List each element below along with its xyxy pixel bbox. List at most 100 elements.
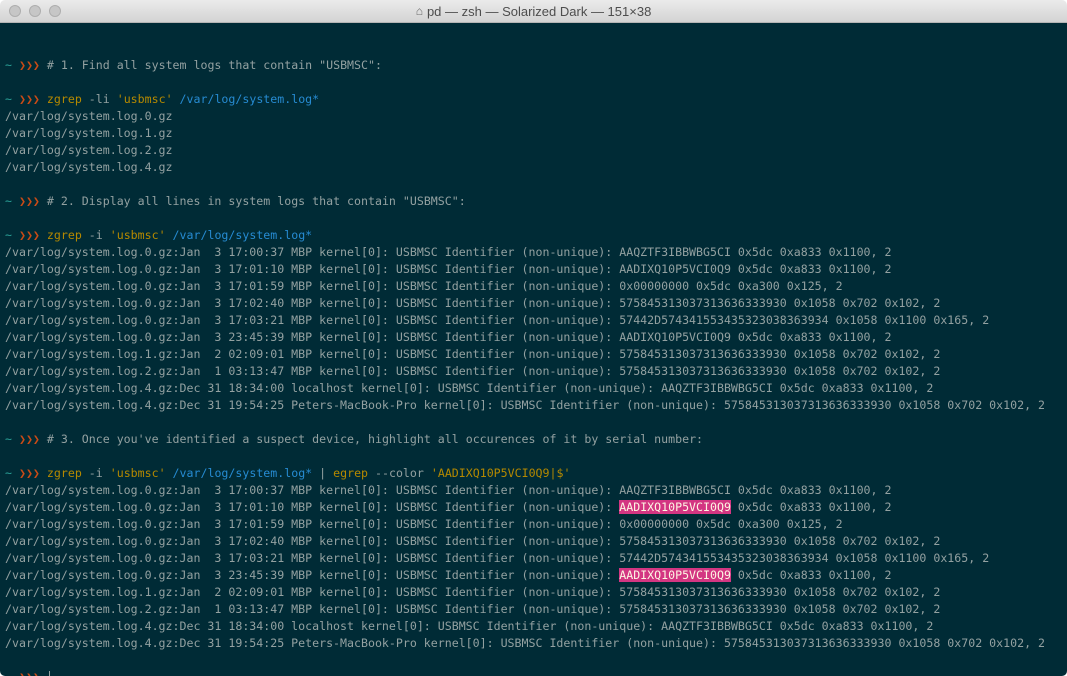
prompt-arrows: ❯❯❯: [18, 58, 40, 72]
output-text: /var/log/system.log.0.gz:Jan 3 17:01:59 …: [5, 517, 843, 531]
home-icon: ⌂: [415, 4, 423, 18]
output-line: /var/log/system.log.0.gz:Jan 3 17:01:59 …: [5, 278, 1067, 295]
output-line: /var/log/system.log.4.gz:Dec 31 18:34:00…: [5, 618, 1067, 635]
match-highlight: AADIXQ10P5VCI0Q9: [619, 568, 731, 582]
prompt-tilde: ~: [5, 92, 12, 106]
command-path: /var/log/system.log*: [165, 466, 313, 480]
output-text: /var/log/system.log.0.gz:Jan 3 17:00:37 …: [5, 245, 892, 259]
match-highlight: AADIXQ10P5VCI0Q9: [619, 500, 731, 514]
output-text: /var/log/system.log.4.gz:Dec 31 18:34:00…: [5, 619, 934, 633]
output-text: /var/log/system.log.0.gz:Jan 3 17:03:21 …: [5, 551, 990, 565]
text-cursor[interactable]: [48, 670, 50, 676]
window-controls: [9, 5, 61, 17]
output-text: /var/log/system.log.2.gz:Jan 1 03:13:47 …: [5, 602, 941, 616]
output-text: 0x5dc 0xa833 0x1100, 2: [730, 568, 892, 582]
output-text: /var/log/system.log.1.gz: [5, 126, 173, 140]
command-line: ~ ❯❯❯ zgrep -i 'usbmsc' /var/log/system.…: [5, 227, 1067, 244]
pipe-symbol: |: [312, 466, 334, 480]
output-line: /var/log/system.log.4.gz:Dec 31 19:54:25…: [5, 397, 1067, 414]
output-text: /var/log/system.log.0.gz:Jan 3 23:45:39 …: [5, 568, 620, 582]
output-text: /var/log/system.log.0.gz: [5, 109, 173, 123]
output-line: /var/log/system.log.1.gz:Jan 2 02:09:01 …: [5, 584, 1067, 601]
output-text: /var/log/system.log.4.gz:Dec 31 19:54:25…: [5, 636, 1046, 650]
output-text: /var/log/system.log.1.gz:Jan 2 02:09:01 …: [5, 347, 941, 361]
output-line: /var/log/system.log.4.gz: [5, 159, 1067, 176]
output-line: /var/log/system.log.4.gz:Dec 31 18:34:00…: [5, 380, 1067, 397]
prompt-comment-line: ~ ❯❯❯ # 3. Once you've identified a susp…: [5, 431, 1067, 448]
terminal-window: ⌂ pd — zsh — Solarized Dark — 151×38 ~ ❯…: [0, 0, 1067, 676]
prompt-comment-line: ~ ❯❯❯ # 2. Display all lines in system l…: [5, 193, 1067, 210]
output-line: /var/log/system.log.0.gz:Jan 3 17:01:59 …: [5, 516, 1067, 533]
output-line: /var/log/system.log.2.gz: [5, 142, 1067, 159]
prompt-tilde: ~: [5, 194, 12, 208]
output-line: /var/log/system.log.0.gz:Jan 3 17:03:21 …: [5, 312, 1067, 329]
command-name: zgrep: [46, 92, 82, 106]
command-path: /var/log/system.log*: [165, 228, 313, 242]
comment-text: # 2. Display all lines in system logs th…: [46, 194, 466, 208]
output-text: /var/log/system.log.1.gz:Jan 2 02:09:01 …: [5, 585, 941, 599]
prompt-tilde: ~: [5, 670, 12, 676]
output-text: /var/log/system.log.4.gz:Dec 31 19:54:25…: [5, 398, 1046, 412]
command-line: ~ ❯❯❯ zgrep -i 'usbmsc' /var/log/system.…: [5, 465, 1067, 482]
comment-text: # 3. Once you've identified a suspect de…: [46, 432, 704, 446]
output-line: /var/log/system.log.1.gz: [5, 125, 1067, 142]
prompt-arrows: ❯❯❯: [18, 194, 40, 208]
command-options: -li: [81, 92, 117, 106]
command-name: zgrep: [46, 228, 82, 242]
output-text: /var/log/system.log.0.gz:Jan 3 17:02:40 …: [5, 534, 941, 548]
output-line: /var/log/system.log.2.gz:Jan 1 03:13:47 …: [5, 363, 1067, 380]
minimize-window-button[interactable]: [29, 5, 41, 17]
terminal-output[interactable]: ~ ❯❯❯ # 1. Find all system logs that con…: [0, 23, 1067, 676]
prompt-arrows: ❯❯❯: [18, 432, 40, 446]
command-pattern: 'AADIXQ10P5VCI0Q9|$': [430, 466, 571, 480]
zoom-window-button[interactable]: [49, 5, 61, 17]
title-bar[interactable]: ⌂ pd — zsh — Solarized Dark — 151×38: [0, 0, 1067, 23]
output-text: /var/log/system.log.2.gz:Jan 1 03:13:47 …: [5, 364, 941, 378]
output-text: /var/log/system.log.0.gz:Jan 3 17:01:59 …: [5, 279, 843, 293]
output-text: /var/log/system.log.4.gz:Dec 31 18:34:00…: [5, 381, 934, 395]
window-title-group: ⌂ pd — zsh — Solarized Dark — 151×38: [416, 4, 652, 19]
output-line: /var/log/system.log.4.gz:Dec 31 19:54:25…: [5, 635, 1067, 652]
output-line: /var/log/system.log.0.gz: [5, 108, 1067, 125]
output-line: /var/log/system.log.0.gz:Jan 3 17:00:37 …: [5, 244, 1067, 261]
prompt-tilde: ~: [5, 58, 12, 72]
output-text: /var/log/system.log.0.gz:Jan 3 17:02:40 …: [5, 296, 941, 310]
output-text: /var/log/system.log.2.gz: [5, 143, 173, 157]
command-line: ~ ❯❯❯ zgrep -li 'usbmsc' /var/log/system…: [5, 91, 1067, 108]
command-options: -i: [81, 228, 110, 242]
output-line: /var/log/system.log.0.gz:Jan 3 17:00:37 …: [5, 482, 1067, 499]
output-line: /var/log/system.log.0.gz:Jan 3 17:01:10 …: [5, 261, 1067, 278]
command-options: --color: [368, 466, 431, 480]
output-text: /var/log/system.log.0.gz:Jan 3 17:01:10 …: [5, 262, 892, 276]
prompt-arrows: ❯❯❯: [18, 228, 40, 242]
output-text: /var/log/system.log.0.gz:Jan 3 23:45:39 …: [5, 330, 892, 344]
prompt-arrows: ❯❯❯: [18, 466, 40, 480]
command-name: zgrep: [46, 466, 82, 480]
window-title: pd — zsh — Solarized Dark — 151×38: [426, 3, 652, 19]
prompt-tilde: ~: [5, 432, 12, 446]
command-options: -i: [81, 466, 110, 480]
output-text: /var/log/system.log.0.gz:Jan 3 17:01:10 …: [5, 500, 620, 514]
output-text: /var/log/system.log.0.gz:Jan 3 17:00:37 …: [5, 483, 892, 497]
prompt-arrows: ❯❯❯: [18, 92, 40, 106]
output-line-highlighted: /var/log/system.log.0.gz:Jan 3 23:45:39 …: [5, 567, 1067, 584]
output-line: /var/log/system.log.1.gz:Jan 2 02:09:01 …: [5, 346, 1067, 363]
close-window-button[interactable]: [9, 5, 21, 17]
output-text: 0x5dc 0xa833 0x1100, 2: [730, 500, 892, 514]
prompt-tilde: ~: [5, 466, 12, 480]
command-name: egrep: [333, 466, 369, 480]
prompt-arrows: ❯❯❯: [19, 670, 40, 676]
prompt-tilde: ~: [5, 228, 12, 242]
output-line-highlighted: /var/log/system.log.0.gz:Jan 3 17:01:10 …: [5, 499, 1067, 516]
command-pattern: 'usbmsc': [116, 92, 173, 106]
output-line: /var/log/system.log.0.gz:Jan 3 17:03:21 …: [5, 550, 1067, 567]
output-line: /var/log/system.log.0.gz:Jan 3 17:02:40 …: [5, 295, 1067, 312]
output-line: /var/log/system.log.0.gz:Jan 3 23:45:39 …: [5, 329, 1067, 346]
